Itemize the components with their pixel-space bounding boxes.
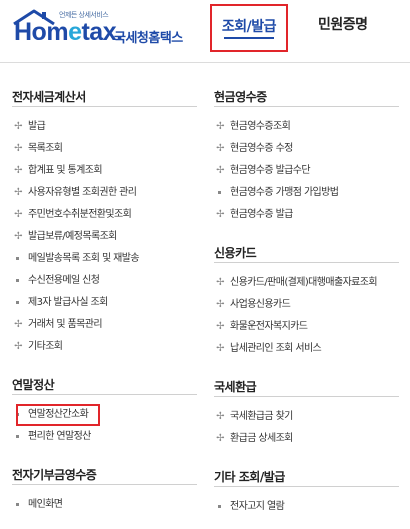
section-title-e-tax-invoice: 전자세금계산서	[12, 90, 86, 104]
plus-icon: ✢	[14, 319, 22, 330]
plus-icon: ✢	[216, 433, 224, 444]
section-title-donation-receipt: 전자기부금영수증	[12, 468, 97, 482]
site-header: 언제든 상세서비스 Hometax. 국세청홈택스 조회/발급 민원증명	[0, 0, 410, 62]
highlight-box	[16, 404, 100, 426]
section-divider	[12, 484, 197, 485]
section-divider	[12, 394, 197, 395]
logo-subtitle: 국세청홈택스	[114, 31, 183, 46]
header-divider	[0, 62, 410, 63]
plus-icon: ✢	[14, 341, 22, 352]
section-divider	[214, 262, 399, 263]
section-title-credit-card: 신용카드	[214, 246, 257, 260]
plus-icon: ✢	[216, 143, 224, 154]
plus-icon: ✢	[216, 411, 224, 422]
section-divider	[214, 396, 399, 397]
logo-wordmark: Hometax.	[14, 18, 123, 46]
plus-icon: ✢	[216, 121, 224, 132]
dot-bullet-icon	[218, 191, 221, 194]
plus-icon: ✢	[216, 321, 224, 332]
plus-icon: ✢	[216, 277, 224, 288]
plus-icon: ✢	[14, 187, 22, 198]
section-divider	[214, 486, 399, 487]
plus-icon: ✢	[216, 299, 224, 310]
plus-icon: ✢	[14, 121, 22, 132]
plus-icon: ✢	[14, 143, 22, 154]
plus-icon: ✢	[216, 209, 224, 220]
plus-icon: ✢	[216, 165, 224, 176]
tab-civil-certificate[interactable]: 민원증명	[318, 14, 368, 34]
dot-bullet-icon	[16, 435, 19, 438]
tab-label: 조회/발급	[221, 19, 277, 35]
plus-icon: ✢	[216, 343, 224, 354]
dot-bullet-icon	[16, 257, 19, 260]
dot-bullet-icon	[16, 279, 19, 282]
section-title-cash-receipt: 현금영수증	[214, 90, 267, 104]
section-divider	[214, 106, 399, 107]
section-title-other-inquiry: 기타 조회/발급	[214, 470, 285, 484]
section-divider	[12, 106, 197, 107]
plus-icon: ✢	[14, 165, 22, 176]
hometax-logo[interactable]: 언제든 상세서비스 Hometax. 국세청홈택스	[12, 6, 232, 52]
section-title-tax-refund: 국세환급	[214, 380, 257, 394]
dot-bullet-icon	[218, 505, 221, 508]
plus-icon: ✢	[14, 209, 22, 220]
dot-bullet-icon	[16, 503, 19, 506]
active-tab-underline	[224, 37, 274, 39]
dot-bullet-icon	[16, 301, 19, 304]
section-title-year-end: 연말정산	[12, 378, 55, 392]
plus-icon: ✢	[14, 231, 22, 242]
tab-inquiry-issuance[interactable]: 조회/발급	[210, 4, 288, 52]
